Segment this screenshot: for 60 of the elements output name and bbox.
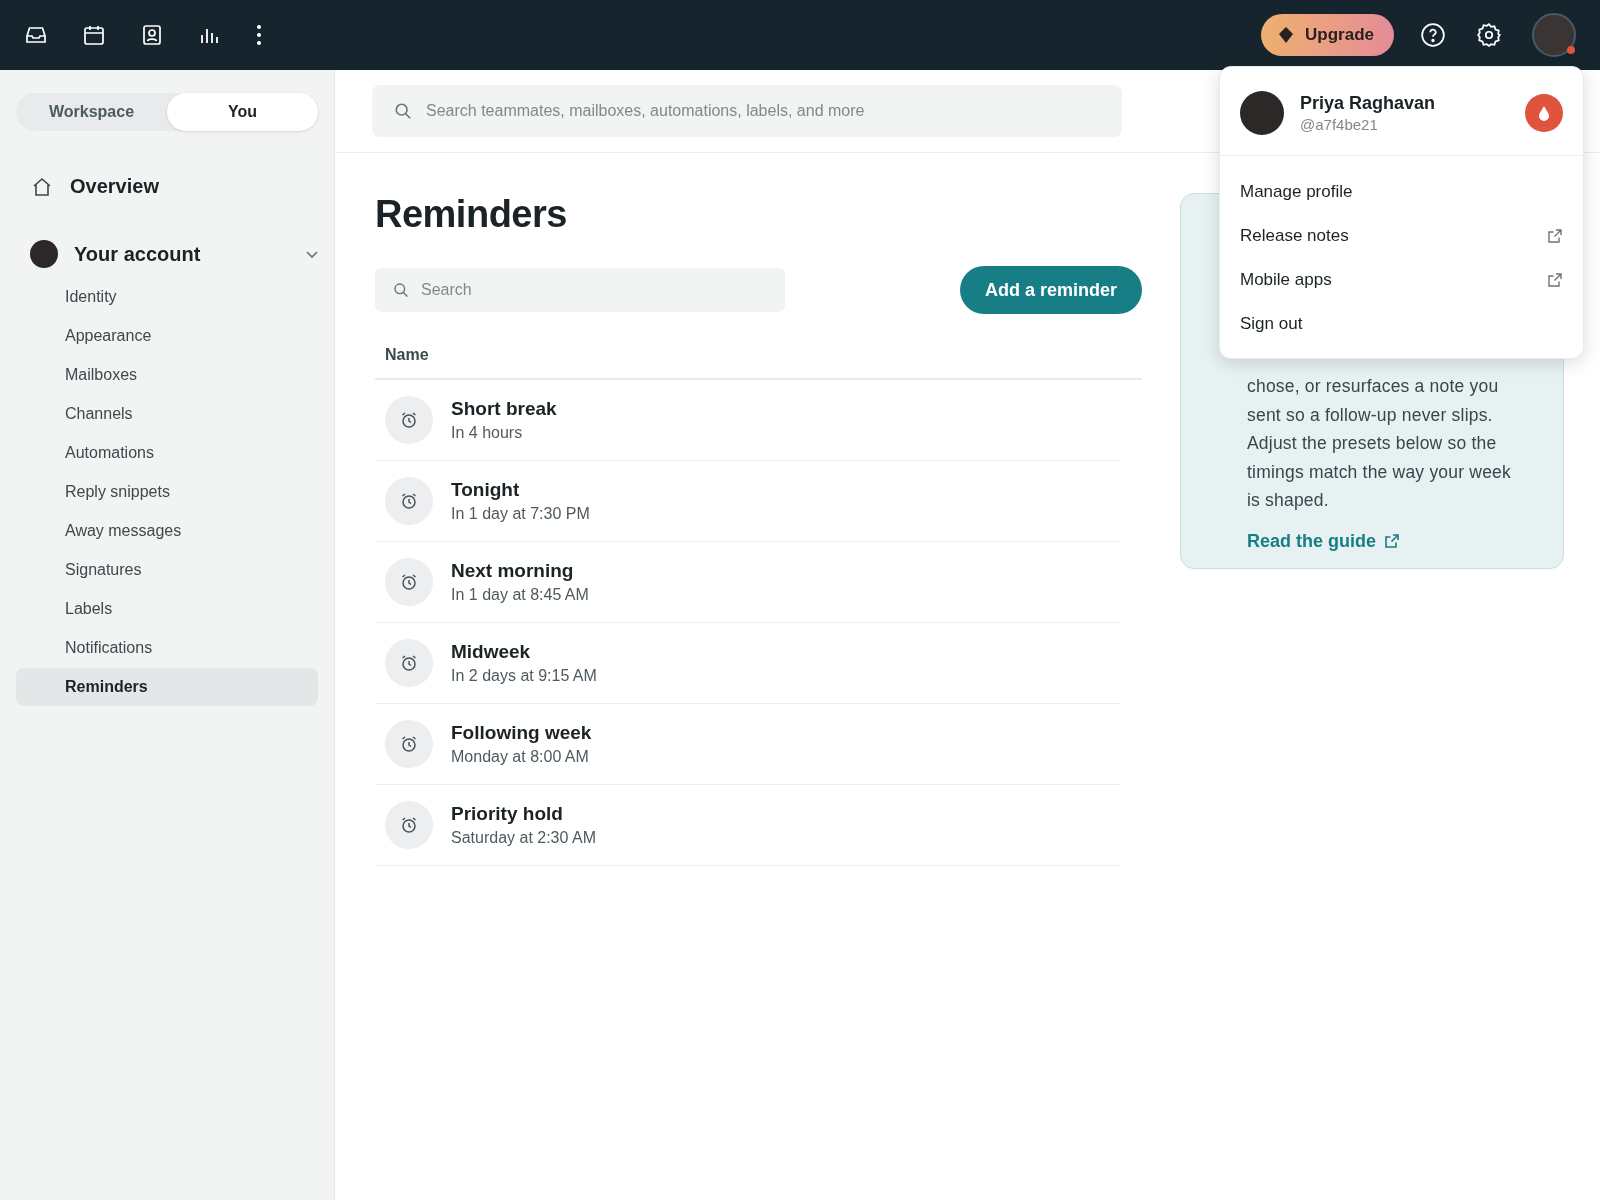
alarm-clock-icon (399, 815, 419, 835)
sidebar-item[interactable]: Appearance (16, 317, 318, 355)
reminder-name: Next morning (451, 560, 575, 582)
settings-icon[interactable] (1476, 22, 1502, 48)
read-guide-link[interactable]: Read the guide (1247, 530, 1400, 552)
reminder-time: In 1 day at 7:30 PM (451, 505, 590, 523)
avatar (30, 240, 58, 268)
home-icon (32, 176, 52, 197)
reminder-time: In 1 day at 8:45 AM (451, 586, 589, 604)
user-handle: @a7f4be21 (1300, 116, 1379, 133)
upgrade-button[interactable]: Upgrade (1261, 14, 1394, 56)
status-dot (1567, 46, 1575, 54)
user-avatar[interactable] (1532, 13, 1576, 57)
menu-item[interactable]: Release notes (1220, 214, 1583, 258)
sidebar-item[interactable]: Labels (16, 590, 318, 628)
external-link-icon (1547, 272, 1563, 288)
segment-tab[interactable]: Workspace (16, 93, 167, 131)
search-field[interactable]: Search teammates, mailboxes, automations, labels, and more (372, 85, 1122, 137)
sidebar-item[interactable]: Notifications (16, 629, 318, 667)
reminder-time: Saturday at 2:30 AM (451, 829, 596, 847)
sidebar-item[interactable]: Channels (16, 395, 318, 433)
reminder-time: In 2 days at 9:15 AM (451, 667, 597, 685)
segment-tab[interactable]: You (167, 93, 318, 131)
reminder-name: Priority hold (451, 803, 564, 825)
reminder-name: Midweek (451, 641, 532, 663)
help-icon[interactable] (1420, 22, 1446, 48)
reminder-name: Following week (451, 722, 592, 744)
add-reminder-button[interactable]: Add a reminder (959, 266, 1142, 314)
external-link-icon (1384, 533, 1400, 549)
alarm-clock-icon (399, 653, 419, 673)
page-title: Reminders (375, 193, 568, 236)
avatar (1240, 91, 1284, 135)
sidebar-item[interactable]: Signatures (16, 551, 318, 589)
alarm-clock-icon (399, 572, 419, 592)
overview-link[interactable]: Overview (32, 175, 159, 198)
column-header: Name (385, 346, 429, 363)
reminder-search-field[interactable]: Search (375, 268, 785, 312)
menu-item[interactable]: Sign out (1220, 302, 1583, 346)
menu-item[interactable]: Mobile apps (1220, 258, 1583, 302)
status-button[interactable] (1525, 94, 1563, 132)
user-name: Priya Raghavan (1300, 93, 1436, 114)
account-heading: Your account (74, 242, 202, 266)
drop-icon (1538, 105, 1550, 121)
info-text: chose, or resurfaces a note you sent so a follow-up never slips. Adjust the presets below so the timings match the way your week is shaped. (1247, 375, 1512, 512)
external-link-icon (1547, 228, 1563, 244)
gem-icon (1279, 27, 1294, 43)
sidebar-item[interactable]: Mailboxes (16, 356, 318, 394)
sidebar-item[interactable]: Reply snippets (16, 473, 318, 511)
sidebar-item[interactable]: Automations (16, 434, 318, 472)
reminder-name: Short break (451, 398, 557, 420)
sidebar-item[interactable]: Away messages (16, 512, 318, 550)
sidebar-item[interactable]: Reminders (16, 668, 318, 706)
reminder-name: Tonight (451, 479, 521, 501)
alarm-clock-icon (399, 734, 419, 754)
sidebar-item[interactable]: Identity (16, 278, 318, 316)
alarm-clock-icon (399, 410, 419, 430)
menu-item[interactable]: Manage profile (1220, 170, 1583, 214)
reminder-time: In 4 hours (451, 424, 524, 442)
alarm-clock-icon (399, 491, 419, 511)
reminder-time: Monday at 8:00 AM (451, 748, 590, 766)
